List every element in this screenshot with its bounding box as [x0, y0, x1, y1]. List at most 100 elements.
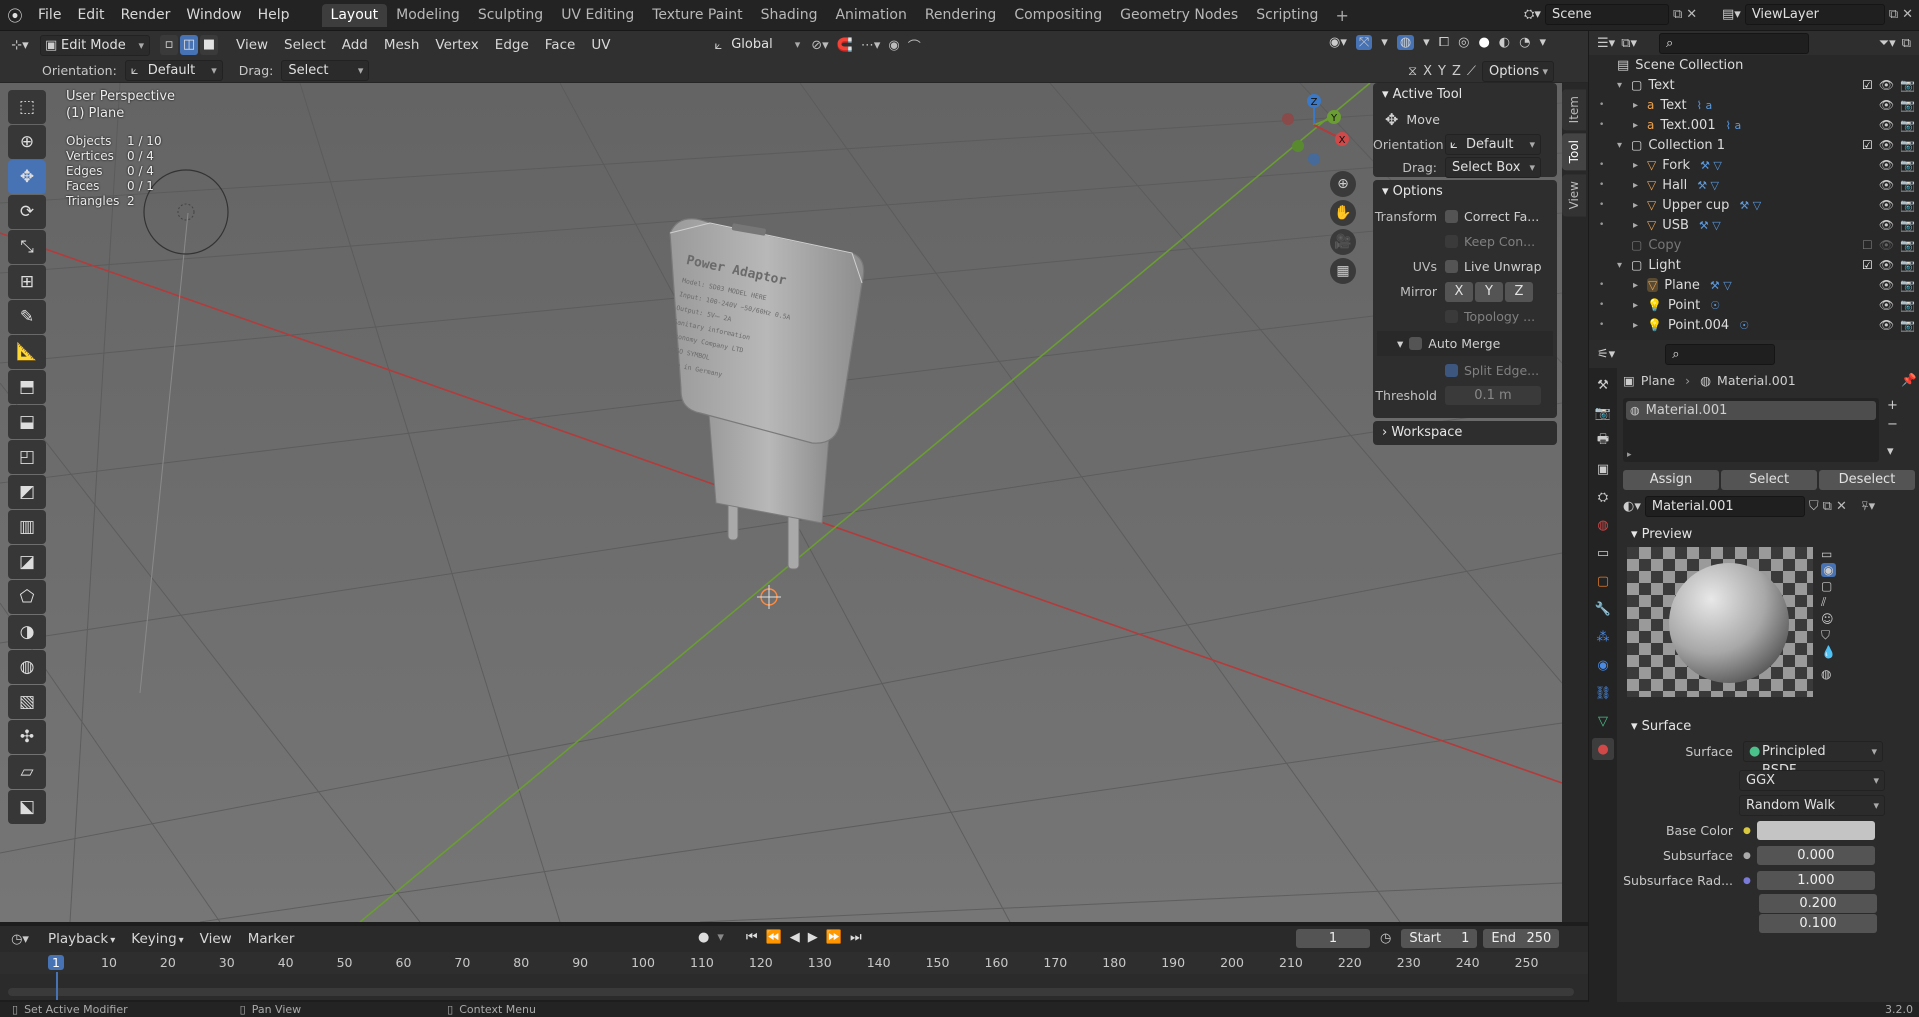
measure-icon[interactable]: 📐 — [8, 335, 46, 369]
timeline-menu-keying[interactable]: Keying ▾ — [123, 926, 191, 952]
menu-file[interactable]: File — [30, 0, 69, 31]
eye-icon[interactable]: 👁 — [1879, 158, 1894, 172]
outliner-search-input[interactable]: ⌕ — [1659, 32, 1809, 54]
tab-modeling[interactable]: Modeling — [387, 4, 469, 27]
edit-mode-dot-icon[interactable]: • — [1599, 300, 1604, 310]
face-select-icon[interactable]: ■ — [200, 35, 218, 55]
expand-chevron-icon[interactable]: ▾ — [1617, 140, 1631, 151]
tab-uv-editing[interactable]: UV Editing — [552, 4, 643, 27]
eye-icon[interactable]: 👁 — [1879, 298, 1894, 312]
pivot-icon[interactable]: ⊘▾ — [811, 38, 828, 53]
eye-icon[interactable]: 👁 — [1879, 278, 1894, 292]
preview-section-header[interactable]: ▾ Preview — [1623, 523, 1917, 547]
tab-compositing[interactable]: Compositing — [1005, 4, 1111, 27]
subsurface-socket-icon[interactable]: ● — [1743, 851, 1751, 861]
exclude-checkbox-icon[interactable]: ☐ — [1862, 238, 1873, 252]
snap-target-icon[interactable]: ⋯▾ — [861, 38, 881, 53]
solid-shading-icon[interactable]: ● — [1478, 35, 1489, 50]
tab-view[interactable]: View — [1562, 173, 1586, 217]
topology-checkbox[interactable] — [1445, 310, 1458, 323]
render-camera-icon[interactable]: 📷 — [1900, 298, 1915, 312]
preview-hair-icon[interactable]: ⫽ — [1821, 595, 1836, 610]
menu-render[interactable]: Render — [113, 0, 179, 31]
timeline-menu-playback[interactable]: Playback ▾ — [40, 926, 123, 952]
edit-mode-dot-icon[interactable]: • — [1599, 120, 1604, 130]
live-unwrap-checkbox[interactable] — [1445, 260, 1458, 273]
surface-shader-dropdown[interactable]: ● Principled BSDF — [1743, 741, 1883, 778]
view-menu-select[interactable]: Select — [276, 31, 334, 59]
eye-icon[interactable]: 👁 — [1879, 138, 1894, 152]
properties-search-input[interactable]: ⌕ — [1665, 343, 1776, 365]
render-camera-icon[interactable]: 📷 — [1900, 178, 1915, 192]
preview-sphere-icon[interactable]: ◉ — [1821, 563, 1836, 577]
rip-region-icon[interactable]: ⬕ — [8, 790, 46, 824]
assign-button[interactable]: Assign — [1623, 470, 1719, 490]
tool-tab-icon[interactable]: ⚒ — [1592, 374, 1614, 396]
menu-help[interactable]: Help — [250, 0, 298, 31]
extrude-icon[interactable]: ⬓ — [8, 405, 46, 439]
tab-rendering[interactable]: Rendering — [916, 4, 1006, 27]
preview-fluid-icon[interactable]: 💧 — [1821, 645, 1836, 659]
view-menu-mesh[interactable]: Mesh — [376, 31, 428, 59]
duplicate-material-icon[interactable]: ⧉ — [1823, 499, 1832, 514]
render-camera-icon[interactable]: 📷 — [1900, 198, 1915, 212]
pin-icon[interactable]: 📌 — [1901, 372, 1917, 388]
transform-icon[interactable]: ⊞ — [8, 265, 46, 299]
camera-view-icon[interactable]: 🎥 — [1330, 229, 1356, 255]
exclude-checkbox-icon[interactable]: ☑ — [1862, 138, 1873, 152]
scene-tab-icon[interactable]: ⛭ — [1592, 486, 1614, 508]
expand-chevron-icon[interactable]: ▸ — [1633, 200, 1647, 211]
render-camera-icon[interactable]: 📷 — [1900, 78, 1915, 92]
new-scene-icon[interactable]: ⧉ — [1673, 7, 1682, 22]
exclude-checkbox-icon[interactable]: ☑ — [1862, 258, 1873, 272]
render-camera-icon[interactable]: 📷 — [1900, 318, 1915, 332]
mirror-z-button[interactable]: Z — [1505, 281, 1533, 302]
slot-expand-icon[interactable]: ▸ — [1627, 450, 1632, 460]
select-box-icon[interactable]: ⬚ — [8, 90, 46, 124]
new-viewlayer-icon[interactable]: ⧉ — [1889, 7, 1898, 22]
preview-cloth-icon[interactable]: ⛉ — [1821, 628, 1836, 643]
next-keyframe-icon[interactable]: ⏩ — [826, 930, 842, 945]
tab-sculpting[interactable]: Sculpting — [469, 4, 552, 27]
start-frame-field[interactable]: Start 1 — [1401, 929, 1478, 948]
falloff-icon[interactable]: ⌒ — [908, 36, 921, 55]
data-tab-icon[interactable]: ▽ — [1592, 710, 1614, 732]
outliner-row[interactable]: • ▸ ▽ Upper cup ⚒ ▽ 👁 📷 — [1589, 195, 1919, 215]
remove-slot-icon[interactable]: − — [1887, 417, 1898, 432]
view-menu-add[interactable]: Add — [334, 31, 376, 59]
exclude-checkbox-icon[interactable]: ☑ — [1862, 78, 1873, 92]
outliner-row[interactable]: ▾ ▢ Text ☑ 👁 📷 — [1589, 75, 1919, 95]
subsurface-radius-socket-icon[interactable]: ● — [1743, 876, 1751, 886]
expand-chevron-icon[interactable]: ▸ — [1633, 320, 1647, 331]
add-cube-icon[interactable]: ⬒ — [8, 370, 46, 404]
header-axis-z[interactable]: Z — [1452, 64, 1461, 79]
preview-monkey-icon[interactable]: ☺ — [1821, 612, 1836, 626]
play-icon[interactable]: ▶ — [808, 930, 818, 945]
transform-orientation[interactable]: ⟀ Global — [714, 35, 805, 56]
edit-mode-dot-icon[interactable]: • — [1599, 320, 1604, 330]
blender-logo-icon[interactable]: ⦿ — [0, 5, 30, 26]
auto-merge-chevron-icon[interactable]: ▾ — [1397, 336, 1403, 351]
edit-mode-dot-icon[interactable]: • — [1599, 180, 1604, 190]
render-camera-icon[interactable]: 📷 — [1900, 278, 1915, 292]
np-orientation-dropdown[interactable]: ⟀ Default — [1445, 134, 1541, 155]
unlink-material-icon[interactable]: ✕ — [1836, 499, 1847, 514]
mirror-x-button[interactable]: X — [1445, 281, 1473, 302]
rendered-shading-icon[interactable]: ◔ — [1519, 35, 1530, 50]
view-menu-uv[interactable]: UV — [583, 31, 618, 59]
eye-icon[interactable]: 👁 — [1879, 98, 1894, 112]
tab-texture-paint[interactable]: Texture Paint — [643, 4, 751, 27]
eye-icon[interactable]: 👁 — [1879, 218, 1894, 232]
eye-icon[interactable]: 👁 — [1879, 78, 1894, 92]
scene-field[interactable]: Scene — [1544, 4, 1669, 25]
edit-mode-dot-icon[interactable]: • — [1599, 100, 1604, 110]
particles-tab-icon[interactable]: ⁂ — [1592, 626, 1614, 648]
physics-tab-icon[interactable]: ◉ — [1592, 654, 1614, 676]
outliner-row[interactable]: • ▸ a Text.001 ⌇ a 👁 📷 — [1589, 115, 1919, 135]
eye-icon[interactable]: 👁 — [1879, 118, 1894, 132]
edit-mode-dot-icon[interactable]: • — [1599, 200, 1604, 210]
tab-layout[interactable]: Layout — [321, 3, 388, 27]
render-camera-icon[interactable]: 📷 — [1900, 238, 1915, 252]
tab-shading[interactable]: Shading — [752, 4, 827, 27]
menu-edit[interactable]: Edit — [69, 0, 112, 31]
